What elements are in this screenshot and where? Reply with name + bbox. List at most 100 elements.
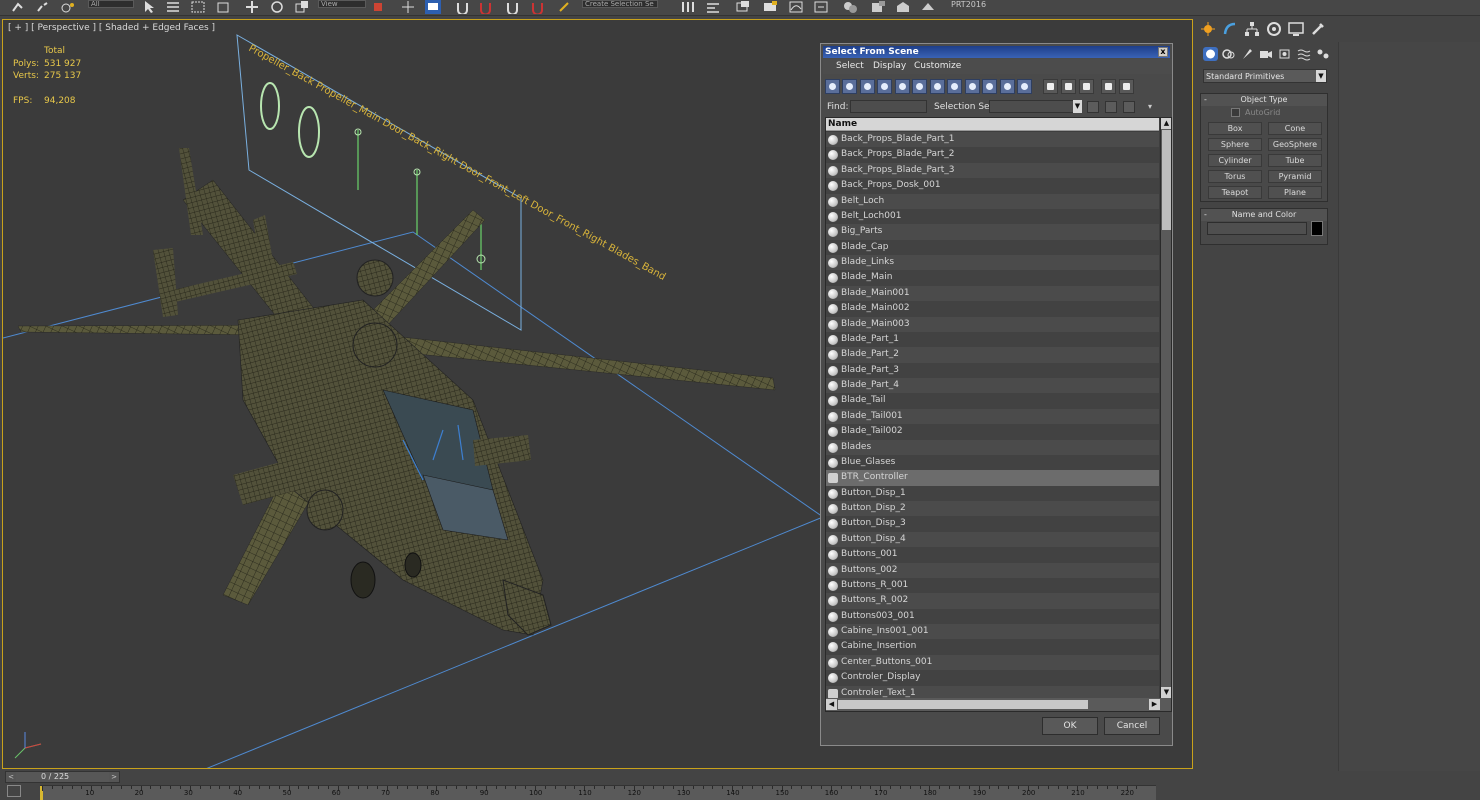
modify-tab-icon[interactable] <box>1222 21 1238 37</box>
list-item[interactable]: Blade_Tail002 <box>826 424 1159 440</box>
display-all-icon[interactable] <box>1043 79 1058 94</box>
rotate-icon[interactable] <box>269 0 285 14</box>
cone-button[interactable]: Cone <box>1268 122 1322 135</box>
unlink-icon[interactable] <box>35 0 51 14</box>
list-item[interactable]: Back_Props_Blade_Part_2 <box>826 147 1159 163</box>
align-icon[interactable] <box>705 0 721 14</box>
motion-tab-icon[interactable] <box>1266 21 1282 37</box>
list-item[interactable]: Blade_Part_4 <box>826 378 1159 394</box>
time-next-button[interactable]: > <box>109 772 119 782</box>
rendered-frame-window-icon[interactable] <box>895 0 911 14</box>
list-item[interactable]: Belt_Loch <box>826 193 1159 209</box>
torus-button[interactable]: Torus <box>1208 170 1262 183</box>
list-item[interactable]: Blade_Part_1 <box>826 331 1159 348</box>
list-item[interactable]: Big_Parts <box>826 224 1159 240</box>
scene-object-list[interactable]: Name Back_Props_Blade_Part_1 Back_Props_B… <box>825 117 1172 712</box>
column-header-name[interactable]: Name <box>826 118 1159 131</box>
render-production-icon[interactable] <box>920 0 936 14</box>
display-xrefs-icon[interactable] <box>947 79 962 94</box>
render-setup-icon[interactable] <box>870 0 886 14</box>
list-item[interactable]: Buttons_R_001 <box>826 577 1159 594</box>
display-none-icon[interactable] <box>1061 79 1076 94</box>
dialog-title-bar[interactable]: Select From Scene x <box>823 46 1170 58</box>
chevron-down-icon[interactable]: ▼ <box>1073 100 1082 113</box>
close-icon[interactable]: x <box>1158 47 1168 57</box>
remove-from-selection-set-icon[interactable] <box>1123 101 1135 113</box>
material-editor-icon[interactable] <box>842 0 858 14</box>
time-prev-button[interactable]: < <box>6 772 16 782</box>
toolbar-overflow-icon[interactable]: ▾ <box>1148 102 1152 111</box>
schematic-view-icon[interactable] <box>813 0 829 14</box>
add-to-selection-set-icon[interactable] <box>1105 101 1117 113</box>
ok-button[interactable]: OK <box>1042 717 1098 735</box>
vertical-scrollbar[interactable]: ▲ ▼ <box>1160 118 1171 698</box>
list-item[interactable]: Blade_Cap <box>826 239 1159 255</box>
time-ruler[interactable]: 10 20 30 40 50 60 70 80 90 100 110 120 130 140 150 160 1… <box>40 785 1156 800</box>
selection-set-dropdown[interactable]: ▼ <box>989 100 1082 113</box>
select-object-icon[interactable] <box>142 0 158 14</box>
display-groups-icon[interactable] <box>930 79 945 94</box>
list-item[interactable]: Buttons_002 <box>826 562 1159 578</box>
list-item[interactable]: Button_Disp_3 <box>826 516 1159 532</box>
filter-icon[interactable] <box>1101 79 1116 94</box>
list-item[interactable]: Belt_Loch001 <box>826 208 1159 225</box>
rectangular-selection-icon[interactable] <box>190 0 206 14</box>
select-by-name-icon[interactable] <box>165 0 181 14</box>
scroll-right-icon[interactable]: ▶ <box>1149 699 1160 710</box>
plane-button[interactable]: Plane <box>1268 186 1322 199</box>
horizontal-scrollbar[interactable]: ◀ ▶ <box>826 698 1171 711</box>
display-lights-icon[interactable] <box>860 79 875 94</box>
menu-select[interactable]: Select <box>836 61 864 71</box>
scroll-down-icon[interactable]: ▼ <box>1161 687 1171 698</box>
cameras-category-icon[interactable] <box>1258 47 1273 61</box>
menu-customize[interactable]: Customize <box>914 61 961 71</box>
display-hidden-icon[interactable] <box>1017 79 1032 94</box>
list-item[interactable]: Blue_Glases <box>826 454 1159 471</box>
mirror-icon[interactable] <box>680 0 696 14</box>
scroll-left-icon[interactable]: ◀ <box>826 699 837 710</box>
list-item[interactable]: Blade_Main002 <box>826 301 1159 317</box>
bind-spacewarp-icon[interactable] <box>60 0 76 14</box>
mini-curve-editor-icon[interactable] <box>7 785 21 797</box>
list-item[interactable]: Blade_Part_2 <box>826 347 1159 363</box>
spinner-snap-icon[interactable] <box>530 0 546 16</box>
scene-explorer-icon[interactable] <box>762 0 778 14</box>
name-and-color-header[interactable]: - Name and Color <box>1201 209 1327 221</box>
curve-editor-icon[interactable] <box>788 0 804 14</box>
select-manipulate-icon[interactable] <box>400 0 416 14</box>
list-item[interactable]: Buttons003_001 <box>826 608 1159 624</box>
helpers-category-icon[interactable] <box>1277 47 1292 61</box>
display-tab-icon[interactable] <box>1288 21 1304 37</box>
box-button[interactable]: Box <box>1208 122 1262 135</box>
keyboard-shortcut-override-icon[interactable] <box>425 0 441 14</box>
list-item[interactable]: Controler_Display <box>826 670 1159 686</box>
list-item[interactable]: Buttons_001 <box>826 547 1159 563</box>
reference-coordinate-combo[interactable]: View <box>318 0 366 8</box>
systems-category-icon[interactable] <box>1315 47 1330 61</box>
sphere-button[interactable]: Sphere <box>1208 138 1262 151</box>
find-input[interactable] <box>850 100 927 113</box>
spacewarps-category-icon[interactable] <box>1296 47 1311 61</box>
filter-settings-icon[interactable] <box>1119 79 1134 94</box>
layer-manager-icon[interactable] <box>735 0 751 14</box>
cancel-button[interactable]: Cancel <box>1104 717 1160 735</box>
list-item[interactable]: Center_Buttons_001 <box>826 654 1159 671</box>
percent-snap-icon[interactable] <box>505 0 521 16</box>
list-item[interactable]: Button_Disp_1 <box>826 485 1159 501</box>
object-name-input[interactable] <box>1207 222 1307 235</box>
create-tab-icon[interactable] <box>1200 21 1216 37</box>
list-item[interactable]: Blade_Tail001 <box>826 408 1159 425</box>
primitive-category-dropdown[interactable]: Standard Primitives ▼ <box>1203 69 1327 83</box>
list-item[interactable]: Blade_Main <box>826 270 1159 286</box>
snaps-toggle-icon[interactable] <box>455 0 471 16</box>
list-item[interactable]: Buttons_R_002 <box>826 593 1159 609</box>
horizontal-scroll-thumb[interactable] <box>838 700 1088 709</box>
lights-category-icon[interactable] <box>1240 47 1255 61</box>
list-item[interactable]: BTR_Controller <box>826 470 1159 486</box>
menu-display[interactable]: Display <box>873 61 906 71</box>
list-item[interactable]: Blade_Main001 <box>826 285 1159 302</box>
scroll-up-icon[interactable]: ▲ <box>1161 118 1171 129</box>
display-geometry-icon[interactable] <box>825 79 840 94</box>
object-type-header[interactable]: - Object Type <box>1201 94 1327 106</box>
select-link-icon[interactable] <box>10 0 26 14</box>
